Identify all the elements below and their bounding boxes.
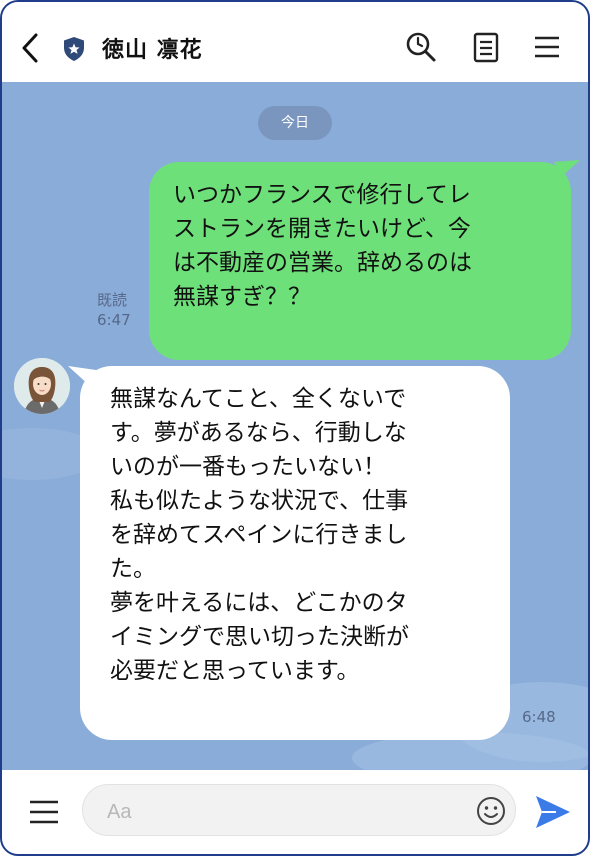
message-input[interactable] bbox=[105, 797, 469, 827]
outgoing-message[interactable]: いつかフランスで修行してレ ストランを開きたいけど、今 は不動産の営業。辞めるの… bbox=[149, 162, 571, 360]
message-time: 6:48 bbox=[522, 708, 556, 726]
chat-window: 徳山 凛花 今日 いつかフランスで修行してレ ストランを開きたいけど、今 は不動… bbox=[0, 0, 590, 856]
search-icon[interactable] bbox=[404, 30, 438, 64]
contact-name[interactable]: 徳山 凛花 bbox=[102, 32, 203, 64]
input-bar bbox=[2, 770, 588, 854]
incoming-message[interactable]: 無謀なんてこと、全くないで す。夢があるなら、行動しな いのが一番もったいない！… bbox=[80, 366, 510, 740]
send-icon[interactable] bbox=[534, 794, 572, 830]
chat-header: 徳山 凛花 bbox=[2, 2, 588, 82]
menu-icon[interactable] bbox=[530, 30, 564, 64]
notes-icon[interactable] bbox=[469, 30, 503, 64]
read-label: 既読 bbox=[97, 291, 128, 309]
contact-avatar[interactable] bbox=[14, 358, 70, 414]
message-time: 6:47 bbox=[97, 311, 131, 329]
menu-icon[interactable] bbox=[26, 794, 62, 830]
message-input-container[interactable] bbox=[82, 784, 516, 836]
read-status: 既読 6:47 bbox=[97, 290, 131, 330]
date-divider: 今日 bbox=[258, 106, 332, 140]
chat-area[interactable]: 今日 いつかフランスで修行してレ ストランを開きたいけど、今 は不動産の営業。辞… bbox=[2, 82, 588, 770]
emoji-icon[interactable] bbox=[475, 795, 507, 827]
chevron-left-icon[interactable] bbox=[20, 32, 42, 64]
avatar-image bbox=[14, 358, 70, 414]
shield-star-icon bbox=[64, 37, 84, 61]
